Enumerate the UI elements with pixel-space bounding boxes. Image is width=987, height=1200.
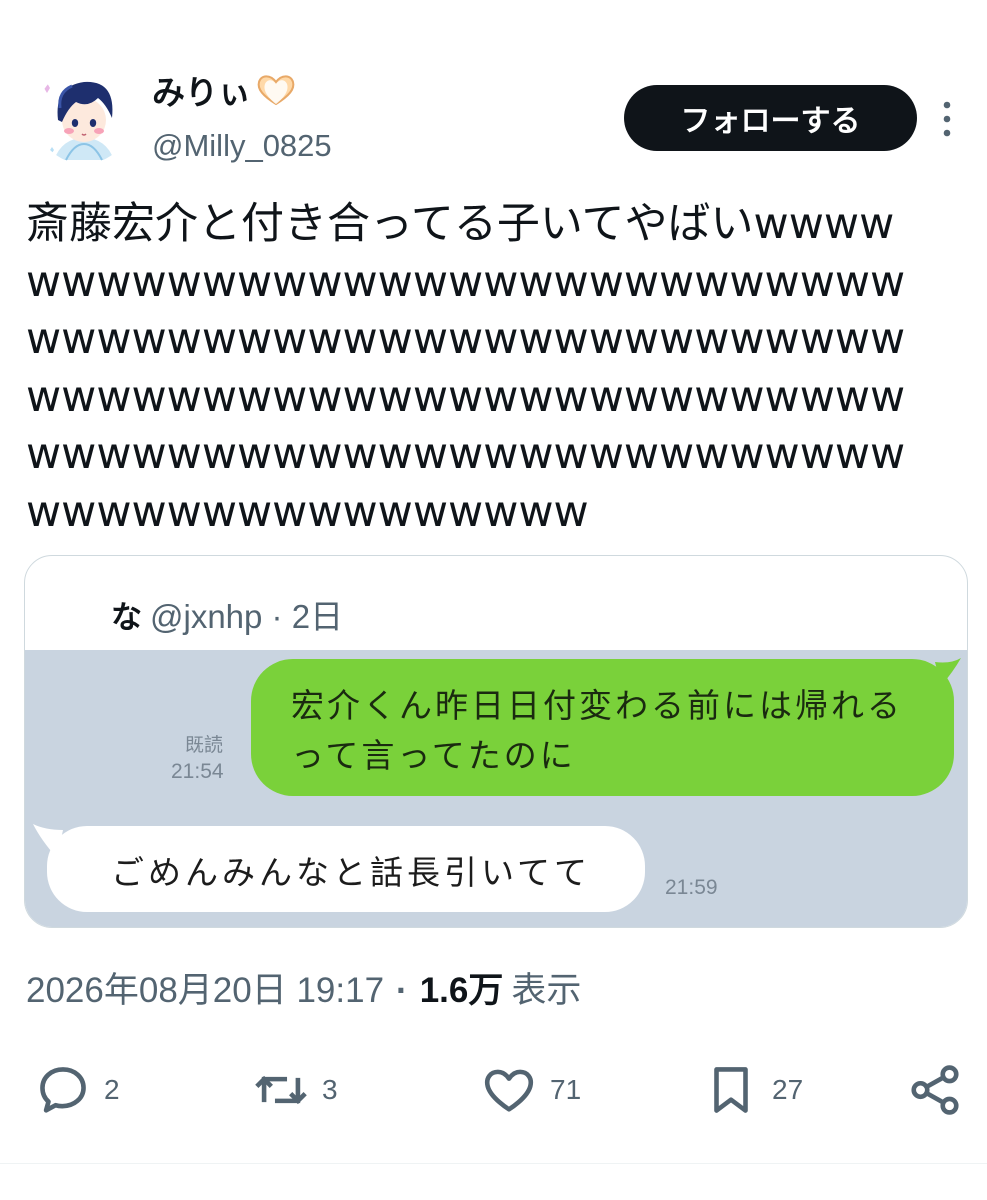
display-name-text: みりぃ [152, 73, 251, 112]
like-count: 71 [550, 1074, 582, 1105]
received-message-bubble: ごめんみんなと話長引いてて [47, 826, 645, 912]
divider [0, 1163, 987, 1164]
tweet-text: 斎藤宏介と付き合ってる子いてやばいwwwwwwwwwwwwwwwwwwwwwww… [26, 199, 906, 537]
share-button[interactable] [906, 1055, 964, 1125]
reply-button[interactable]: 2 [34, 1055, 120, 1125]
share-icon [911, 1065, 959, 1115]
quote-author-meta: @jxnhp · 2日 [150, 598, 344, 635]
bookmark-count: 27 [772, 1074, 804, 1105]
retweet-button[interactable]: 3 [252, 1055, 338, 1125]
heart-hands-icon [255, 72, 297, 108]
quote-author-name: な [111, 600, 142, 636]
quote-header: な @jxnhp · 2日 [111, 590, 343, 638]
avatar-illustration [36, 68, 132, 164]
views-label: 表示 [511, 971, 582, 1010]
action-bar: 2 3 71 27 [0, 1055, 987, 1125]
chat-screenshot-image: 宏介くん昨日日付変わる前には帰れるって言ってたのに 既読 21:54 ごめんみん… [25, 650, 967, 927]
sent-message-time: 21:54 [171, 760, 224, 783]
meta-separator: · [396, 971, 408, 1010]
display-name[interactable]: みりぃ [152, 66, 297, 114]
retweet-count: 3 [322, 1074, 338, 1105]
user-handle[interactable]: @Milly_0825 [152, 128, 332, 164]
received-message-time: 21:59 [665, 876, 718, 899]
retweet-icon [255, 1075, 307, 1105]
like-button[interactable]: 71 [480, 1055, 581, 1125]
heart-icon [484, 1069, 534, 1112]
more-options-icon[interactable] [936, 99, 958, 139]
reply-count: 2 [104, 1074, 120, 1105]
tweet-datetime[interactable]: 2026年08月20日 19:17 [26, 962, 384, 1013]
avatar[interactable] [36, 68, 132, 164]
bookmark-icon [714, 1067, 748, 1113]
read-receipt-label: 既読 [185, 734, 224, 756]
received-bubble-tail [33, 824, 63, 858]
follow-button[interactable]: フォローする [624, 85, 917, 151]
reply-icon [40, 1067, 86, 1113]
tweet-metadata: 2026年08月20日 19:17 · 1.6万 表示 [26, 962, 581, 1013]
views-count: 1.6万 [419, 971, 504, 1010]
quoted-tweet[interactable]: な @jxnhp · 2日 宏介くん昨日日付変わる前には帰れるって言ってたのに … [24, 555, 968, 928]
sent-message-bubble: 宏介くん昨日日付変わる前には帰れるって言ってたのに [251, 659, 954, 796]
sent-bubble-tail [935, 658, 961, 686]
bookmark-button[interactable]: 27 [702, 1055, 803, 1125]
